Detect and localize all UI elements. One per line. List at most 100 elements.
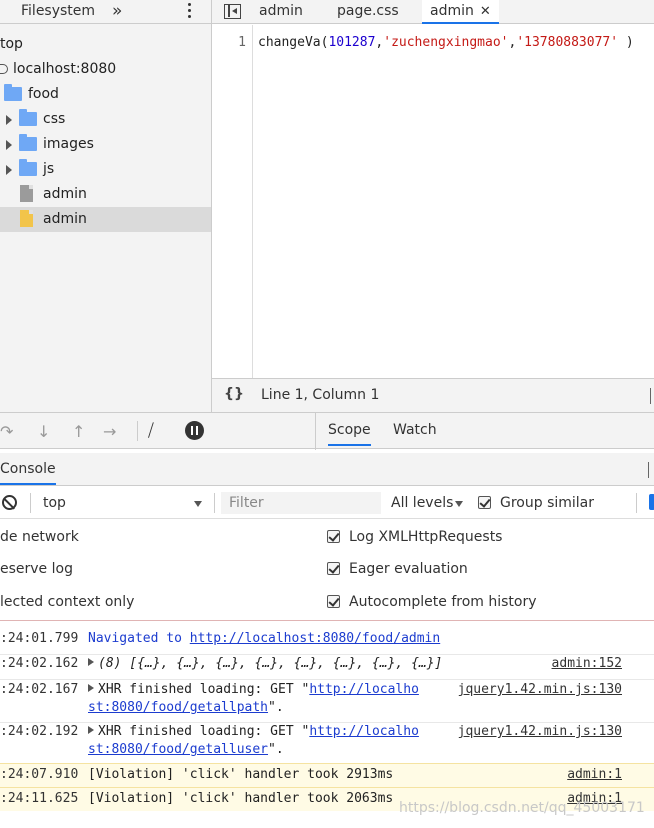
code-string: '13780883077' (516, 35, 619, 50)
step-icon[interactable]: → (103, 422, 116, 441)
code-number: 101287 (328, 35, 376, 50)
source-link[interactable]: jquery1.42.min.js:130 (458, 682, 622, 697)
tab-page-css[interactable]: page.css (337, 3, 399, 19)
file-navigator: Filesystem » top localhost:8080 food css… (0, 0, 212, 412)
toggle-navigator-icon[interactable] (224, 4, 241, 19)
message-prefix: XHR finished loading: GET " (98, 682, 310, 697)
source-link[interactable]: admin:1 (567, 767, 622, 782)
tree-item-file-admin-selected[interactable]: admin (0, 207, 211, 232)
pause-on-exceptions-icon[interactable] (185, 421, 204, 440)
step-out-icon[interactable]: ↑ (72, 422, 85, 441)
tree-item-label: admin (43, 211, 87, 227)
expand-arrow-icon[interactable] (6, 115, 12, 125)
deactivate-breakpoints-icon[interactable]: ⧸ (148, 421, 154, 441)
code-editor: admin page.css admin ✕ 1 changeVa(101287,… (212, 0, 654, 412)
pretty-print-icon[interactable]: {} (224, 386, 244, 402)
divider (0, 722, 654, 723)
tree-item-label: images (43, 136, 94, 152)
tree-item-folder-js[interactable]: js (0, 157, 211, 182)
message-prefix: Navigated to (88, 631, 190, 646)
expand-arrow-icon[interactable] (6, 140, 12, 150)
message-link[interactable]: http://localhost:8080/food/admin (190, 631, 440, 646)
expand-arrow-icon[interactable] (88, 684, 94, 692)
autocomplete-checkbox[interactable] (327, 595, 340, 608)
message-suffix: ". (268, 742, 284, 757)
script-file-icon (20, 210, 33, 227)
message-suffix: ". (268, 700, 284, 715)
setting-eager-eval: Eager evaluation (349, 561, 468, 577)
navigator-tabbar: Filesystem » (0, 0, 211, 24)
tree-item-origin[interactable]: localhost:8080 (0, 57, 211, 82)
message-text[interactable]: XHR finished loading: GET "http://localh… (88, 724, 419, 739)
editor-tabbar: admin page.css admin ✕ (212, 0, 654, 24)
tree-item-label: js (43, 161, 55, 177)
code-line[interactable]: changeVa(101287,'zuchengxingmao','137808… (258, 35, 634, 50)
divider (0, 654, 654, 655)
chevron-down-icon[interactable] (194, 501, 202, 507)
timestamp: :24:07.910 (0, 767, 79, 782)
expand-arrow-icon[interactable] (6, 165, 12, 175)
message-text-wrap: st:8080/food/getallpath". (88, 700, 284, 715)
watermark: https://blog.csdn.net/qq_45003171 (399, 800, 645, 816)
panel-splitter[interactable] (315, 413, 316, 450)
more-tabs-icon[interactable]: » (112, 1, 122, 21)
debugger-toolbar: ↷ ↓ ↑ → ⧸ Scope Watch (0, 412, 654, 450)
eager-eval-checkbox[interactable] (327, 562, 340, 575)
expand-arrow-icon[interactable] (88, 726, 94, 734)
source-link[interactable]: admin:152 (552, 656, 622, 671)
kebab-menu-icon[interactable] (187, 3, 193, 21)
console-settings: de network Log XMLHttpRequests eserve lo… (0, 520, 654, 620)
source-link[interactable]: jquery1.42.min.js:130 (458, 724, 622, 739)
message-prefix: XHR finished loading: GET " (98, 724, 310, 739)
message-link[interactable]: st:8080/food/getalluser (88, 742, 268, 757)
setting-preserve-log[interactable]: eserve log (0, 561, 73, 577)
clear-console-icon[interactable] (2, 495, 17, 510)
step-into-icon[interactable]: ↓ (37, 422, 50, 441)
message-text[interactable]: XHR finished loading: GET "http://localh… (88, 682, 419, 697)
folder-icon (4, 84, 22, 101)
close-icon[interactable]: ✕ (480, 4, 491, 19)
message-link[interactable]: http://localho (309, 724, 419, 739)
tab-console[interactable]: Console (0, 461, 56, 477)
timestamp: :24:02.167 (0, 682, 79, 697)
violation-row: :24:07.910 [Violation] 'click' handler t… (0, 763, 654, 787)
message-text[interactable]: (8) [{…}, {…}, {…}, {…}, {…}, {…}, {…}, … (88, 656, 442, 671)
chevron-down-icon[interactable] (455, 501, 463, 507)
cloud-icon (0, 64, 8, 74)
tree-item-top[interactable]: top (0, 32, 211, 57)
gear-icon[interactable] (649, 494, 654, 510)
filter-input[interactable]: Filter (221, 492, 381, 514)
tree-item-folder-css[interactable]: css (0, 107, 211, 132)
tree-item-label: admin (43, 186, 87, 202)
expand-arrow-icon[interactable] (88, 658, 94, 666)
group-similar-checkbox[interactable] (478, 496, 491, 509)
panel-edge-icon[interactable] (650, 388, 654, 404)
setting-log-xhr: Log XMLHttpRequests (349, 529, 503, 545)
context-selector[interactable]: top (43, 495, 66, 511)
log-levels-dropdown[interactable]: All levels (391, 495, 453, 511)
console-messages: :24:01.799 Navigated to http://localhost… (0, 620, 654, 828)
setting-autocomplete: Autocomplete from history (349, 594, 537, 610)
tab-admin-active[interactable]: admin ✕ (422, 0, 499, 24)
toolbar-divider (636, 493, 637, 513)
setting-hide-network[interactable]: de network (0, 529, 79, 545)
tab-watch[interactable]: Watch (393, 422, 437, 438)
log-xhr-checkbox[interactable] (327, 530, 340, 543)
step-over-icon[interactable]: ↷ (0, 422, 13, 441)
divider (0, 679, 654, 680)
tree-item-folder-images[interactable]: images (0, 132, 211, 157)
message-link[interactable]: http://localho (309, 682, 419, 697)
tab-filesystem[interactable]: Filesystem (21, 3, 95, 19)
tab-admin[interactable]: admin (259, 3, 303, 19)
timestamp: :24:01.799 (0, 631, 79, 646)
message-text-wrap: st:8080/food/getalluser". (88, 742, 284, 757)
tree-item-file-admin[interactable]: admin (0, 182, 211, 207)
message-link[interactable]: st:8080/food/getallpath (88, 700, 268, 715)
tab-scope[interactable]: Scope (328, 422, 371, 446)
setting-selected-context[interactable]: lected context only (0, 594, 134, 610)
close-drawer-icon[interactable] (648, 462, 652, 478)
toolbar-divider (214, 493, 215, 513)
tree-item-folder-food[interactable]: food (0, 82, 211, 107)
group-similar-label: Group similar (500, 495, 595, 511)
line-number: 1 (238, 35, 246, 50)
